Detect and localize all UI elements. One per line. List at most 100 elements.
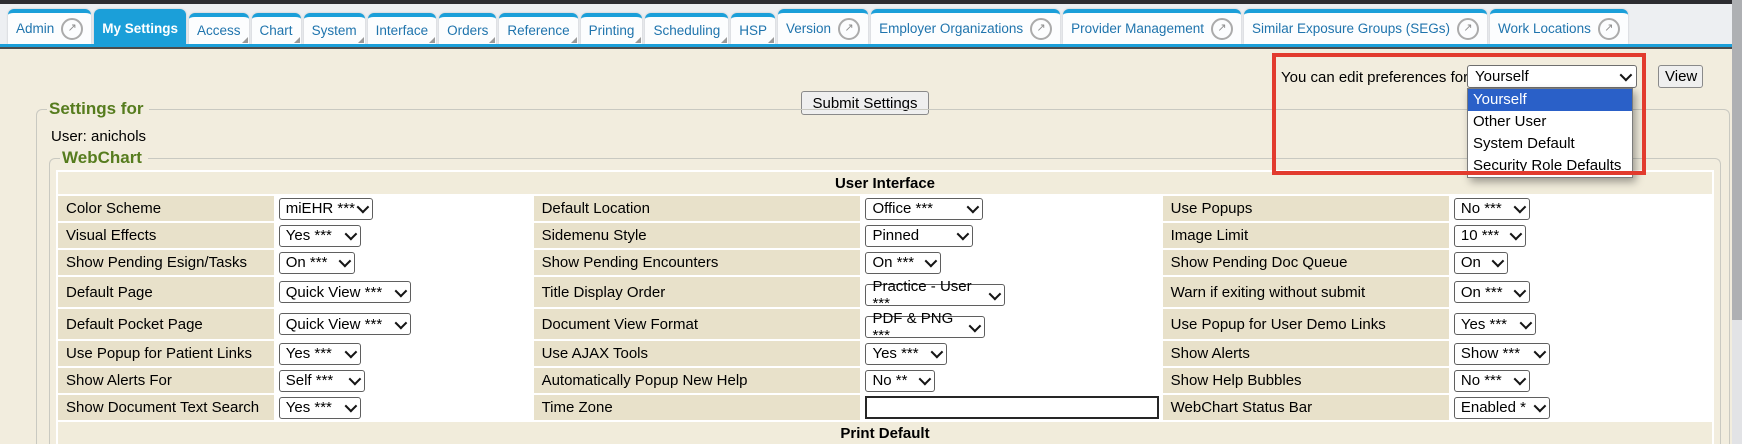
- tab-admin[interactable]: Admin↗: [8, 9, 91, 44]
- edit-preferences-select[interactable]: Yourself: [1467, 65, 1637, 88]
- tab-system[interactable]: System: [304, 13, 365, 44]
- edit-preferences-label: You can edit preferences for:: [1281, 69, 1472, 86]
- chevron-down-icon: [1509, 228, 1522, 241]
- tab-orders[interactable]: Orders: [439, 13, 496, 44]
- setting-value-cell: Quick View ***: [276, 309, 532, 339]
- webchart-settings-screen: Admin↗My Settings Access ChartSystemInterf…: [0, 0, 1742, 444]
- dropdown-option-security-role-defaults[interactable]: Security Role Defaults: [1468, 155, 1632, 177]
- setting-value-cell: Yes ***: [1451, 309, 1712, 339]
- setting-select-warn-if-exiting-without-submit[interactable]: On ***: [1454, 281, 1530, 303]
- setting-select-show-alerts-for[interactable]: Self ***: [279, 370, 365, 392]
- setting-label-show-pending-doc-queue: Show Pending Doc Queue: [1163, 250, 1449, 275]
- tab-printing[interactable]: Printing: [581, 13, 643, 44]
- tab-reference[interactable]: Reference: [499, 13, 577, 44]
- settings-row: Show Alerts ForSelf *** Automatically Pop…: [58, 368, 1712, 393]
- settings-row: Visual EffectsYes ***Sidemenu StylePinne…: [58, 223, 1712, 248]
- setting-value-cell: miEHR ***: [276, 196, 532, 221]
- setting-value-cell: On ***: [862, 250, 1160, 275]
- chevron-down-icon: [1533, 346, 1546, 359]
- dropdown-option-yourself[interactable]: Yourself: [1468, 89, 1632, 111]
- setting-label-image-limit: Image Limit: [1163, 223, 1449, 248]
- select-value: Pinned: [872, 227, 919, 244]
- tab-my-settings[interactable]: My Settings: [94, 9, 186, 44]
- tab-employer-organizations[interactable]: Employer Organizations↗: [871, 9, 1060, 44]
- setting-label-default-location: Default Location: [534, 196, 861, 221]
- vertical-scrollbar[interactable]: [1732, 0, 1742, 444]
- select-value: On: [1461, 254, 1481, 271]
- setting-select-image-limit[interactable]: 10 ***: [1454, 225, 1526, 247]
- setting-select-default-pocket-page[interactable]: Quick View ***: [279, 313, 411, 335]
- tab-scheduling[interactable]: Scheduling: [645, 13, 728, 44]
- setting-select-show-pending-encounters[interactable]: On ***: [865, 252, 941, 274]
- select-value: Enabled *: [1461, 399, 1526, 416]
- setting-select-title-display-order[interactable]: Practice - User ***: [865, 284, 1005, 306]
- external-link-icon: ↗: [1211, 18, 1233, 40]
- select-value: Yes ***: [872, 345, 918, 362]
- tab-label: Access: [197, 23, 241, 38]
- chevron-down-icon: [394, 316, 407, 329]
- chevron-down-icon: [338, 255, 351, 268]
- scrollbar-thumb[interactable]: [1732, 0, 1742, 320]
- settings-row: Show Document Text SearchYes ***Time Zon…: [58, 395, 1712, 420]
- setting-value-cell: No **: [862, 368, 1160, 393]
- tab-interface[interactable]: Interface: [368, 13, 437, 44]
- select-value: PDF & PNG ***: [872, 310, 969, 344]
- setting-input-time-zone[interactable]: [865, 396, 1158, 419]
- setting-label-use-popup-for-user-demo-links: Use Popup for User Demo Links: [1163, 309, 1449, 339]
- setting-label-automatically-popup-new-help: Automatically Popup New Help: [534, 368, 861, 393]
- tab-access[interactable]: Access: [189, 13, 249, 44]
- setting-label-show-alerts-for: Show Alerts For: [58, 368, 274, 393]
- setting-select-default-location[interactable]: Office ***: [865, 198, 983, 220]
- setting-value-cell: No ***: [1451, 368, 1712, 393]
- tab-label: Employer Organizations: [879, 21, 1023, 36]
- setting-select-webchart-status-bar[interactable]: Enabled *: [1454, 397, 1550, 419]
- setting-select-show-help-bubbles[interactable]: No ***: [1454, 370, 1530, 392]
- dropdown-option-system-default[interactable]: System Default: [1468, 133, 1632, 155]
- setting-select-default-page[interactable]: Quick View ***: [279, 281, 411, 303]
- edit-preferences-selected-value: Yourself: [1475, 68, 1529, 85]
- setting-select-document-view-format[interactable]: PDF & PNG ***: [865, 316, 985, 338]
- setting-select-sidemenu-style[interactable]: Pinned: [865, 225, 973, 247]
- setting-select-use-popup-for-user-demo-links[interactable]: Yes ***: [1454, 313, 1536, 335]
- tab-similar-exposure-groups-segs[interactable]: Similar Exposure Groups (SEGs)↗: [1244, 9, 1487, 44]
- setting-label-use-ajax-tools: Use AJAX Tools: [534, 341, 861, 366]
- dropdown-option-other-user[interactable]: Other User: [1468, 111, 1632, 133]
- setting-label-default-pocket-page: Default Pocket Page: [58, 309, 274, 339]
- setting-select-show-document-text-search[interactable]: Yes ***: [279, 397, 361, 419]
- setting-select-show-pending-esign-tasks[interactable]: On ***: [279, 252, 355, 274]
- setting-value-cell: Yes ***: [862, 341, 1160, 366]
- settings-row: Color SchememiEHR ***Default LocationOff…: [58, 196, 1712, 221]
- section-header-row: User Interface: [58, 172, 1712, 194]
- setting-select-color-scheme[interactable]: miEHR ***: [279, 198, 373, 220]
- setting-value-cell: On ***: [1451, 277, 1712, 307]
- setting-select-automatically-popup-new-help[interactable]: No **: [865, 370, 935, 392]
- tab-label: Similar Exposure Groups (SEGs): [1252, 21, 1450, 36]
- submenu-corner-icon: [768, 37, 774, 43]
- setting-value-cell: Self ***: [276, 368, 532, 393]
- setting-select-visual-effects[interactable]: Yes ***: [279, 225, 361, 247]
- view-button[interactable]: View: [1658, 65, 1703, 88]
- select-value: Yes ***: [286, 345, 332, 362]
- tab-chart[interactable]: Chart: [252, 13, 301, 44]
- tab-version[interactable]: Version↗: [778, 9, 868, 44]
- select-value: No **: [872, 372, 907, 389]
- tab-label: Work Locations: [1498, 21, 1591, 36]
- setting-label-show-alerts: Show Alerts: [1163, 341, 1449, 366]
- setting-select-show-pending-doc-queue[interactable]: On: [1454, 252, 1508, 274]
- tab-work-locations[interactable]: Work Locations↗: [1490, 9, 1628, 44]
- submenu-corner-icon: [429, 37, 435, 43]
- setting-label-title-display-order: Title Display Order: [534, 277, 861, 307]
- setting-select-use-ajax-tools[interactable]: Yes ***: [865, 343, 947, 365]
- tab-provider-management[interactable]: Provider Management↗: [1063, 9, 1241, 44]
- setting-value-cell: PDF & PNG ***: [862, 309, 1160, 339]
- setting-value-cell: 10 ***: [1451, 223, 1712, 248]
- tab-label: Reference: [507, 23, 569, 38]
- chevron-down-icon: [1491, 255, 1504, 268]
- setting-select-use-popup-for-patient-links[interactable]: Yes ***: [279, 343, 361, 365]
- tab-hsp[interactable]: HSP: [731, 13, 775, 44]
- setting-select-show-alerts[interactable]: Show ***: [1454, 343, 1550, 365]
- setting-value-cell: Yes ***: [276, 341, 532, 366]
- setting-label-show-document-text-search: Show Document Text Search: [58, 395, 274, 420]
- setting-select-use-popups[interactable]: No ***: [1454, 198, 1530, 220]
- chevron-down-icon: [344, 346, 357, 359]
